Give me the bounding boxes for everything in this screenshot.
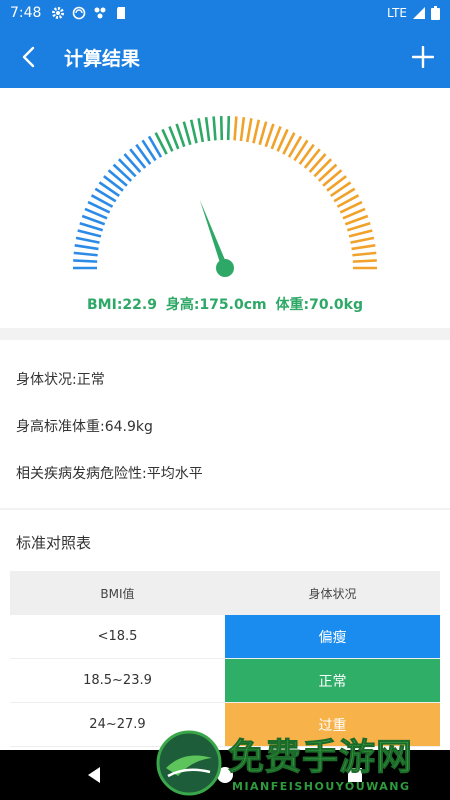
gauge-tick	[79, 221, 104, 232]
height-value-label: 身高:175.0cm	[165, 297, 267, 313]
gauge-tick	[239, 117, 246, 142]
bmi-cell: <18.5	[97, 629, 138, 644]
gauge-tick	[233, 116, 238, 141]
result-info-card: 身体状况:正常 身高标准体重:64.9kg 相关疾病发病危险性:平均水平	[0, 340, 450, 508]
add-button[interactable]	[396, 26, 450, 88]
status-bar: 7:48 LTE	[0, 0, 450, 26]
gauge-tick	[182, 121, 192, 146]
sync-icon	[73, 6, 86, 20]
fan-icon	[94, 7, 106, 19]
gauge-tick	[351, 244, 376, 251]
back-triangle-icon[interactable]	[84, 765, 104, 785]
table-row: <18.5 偏瘦	[10, 615, 440, 659]
table-row: 18.5~23.9 正常	[10, 659, 440, 703]
signal-icon	[413, 7, 425, 19]
gauge-tick	[350, 236, 375, 244]
status-cell: 正常	[225, 659, 440, 702]
back-arrow-icon	[22, 46, 35, 68]
table-header-row: BMI值 身体状况	[10, 571, 440, 615]
gauge-tick	[219, 116, 224, 141]
gauge-tick	[197, 118, 205, 143]
gauge-reading: BMI:22.9 身高:175.0cm 体重:70.0kg	[0, 294, 450, 314]
status-time: 7:48	[10, 5, 42, 21]
gauge-tick	[175, 123, 186, 148]
standard-weight-text: 身高标准体重:64.9kg	[16, 419, 153, 435]
gauge-tick	[317, 163, 338, 182]
network-type: LTE	[387, 6, 407, 20]
gauge-tick	[204, 117, 211, 142]
gauge-tick	[112, 163, 133, 182]
gauge-tick	[75, 236, 100, 244]
header-status: 身体状况	[308, 586, 357, 601]
battery-icon	[431, 6, 440, 20]
gauge-tick	[264, 123, 275, 148]
gauge-tick	[348, 229, 373, 238]
standard-table: BMI值 身体状况 <18.5 偏瘦 18.5~23.9 正常 24~27.9 …	[10, 571, 440, 747]
gear-icon	[52, 7, 65, 19]
gauge-tick	[189, 119, 198, 144]
gauge-tick	[252, 119, 261, 144]
gauge-tick	[74, 244, 99, 251]
plus-icon	[412, 46, 434, 68]
gauge-tick	[313, 158, 333, 178]
page-title: 计算结果	[64, 47, 141, 70]
gauge-tick	[258, 121, 268, 146]
gauge-tick	[226, 116, 231, 141]
gauge-tick	[77, 229, 102, 238]
gauge-hub	[216, 259, 234, 277]
gauge-tick	[73, 259, 98, 263]
weight-value-label: 体重:70.0kg	[275, 297, 363, 313]
status-cell: 偏瘦	[225, 615, 440, 658]
bmi-gauge-card: BMI:22.9 身高:175.0cm 体重:70.0kg	[0, 88, 450, 328]
app-bar: 计算结果	[0, 26, 450, 88]
gauge-tick	[73, 251, 98, 257]
gauge-tick	[117, 158, 137, 178]
gauge-needle	[199, 199, 229, 269]
disease-risk-text: 相关疾病发病危险性:平均水平	[16, 466, 203, 482]
bmi-cell: 18.5~23.9	[83, 673, 152, 688]
bmi-value-label: BMI:22.9	[87, 297, 157, 313]
bmi-gauge	[73, 116, 377, 277]
gauge-tick	[352, 259, 377, 263]
standard-table-title: 标准对照表	[16, 534, 92, 552]
gauge-tick	[245, 118, 253, 143]
watermark-text: 免费手游网	[227, 736, 414, 779]
standard-table-card: 标准对照表 BMI值 身体状况 <18.5 偏瘦 18.5~23.9 正常 24…	[0, 510, 450, 750]
body-status-text: 身体状况:正常	[16, 372, 105, 388]
watermark: 免费手游网 MIANFEISHOUYOUWANG	[150, 722, 450, 800]
sd-card-icon	[117, 7, 126, 19]
gauge-tick	[212, 116, 217, 141]
gauge-tick	[346, 221, 371, 232]
header-bmi: BMI值	[100, 586, 135, 601]
gauge-tick	[352, 251, 377, 257]
watermark-subtext: MIANFEISHOUYOUWANG	[232, 780, 411, 793]
watermark-logo	[156, 730, 222, 796]
back-button[interactable]	[0, 26, 56, 88]
